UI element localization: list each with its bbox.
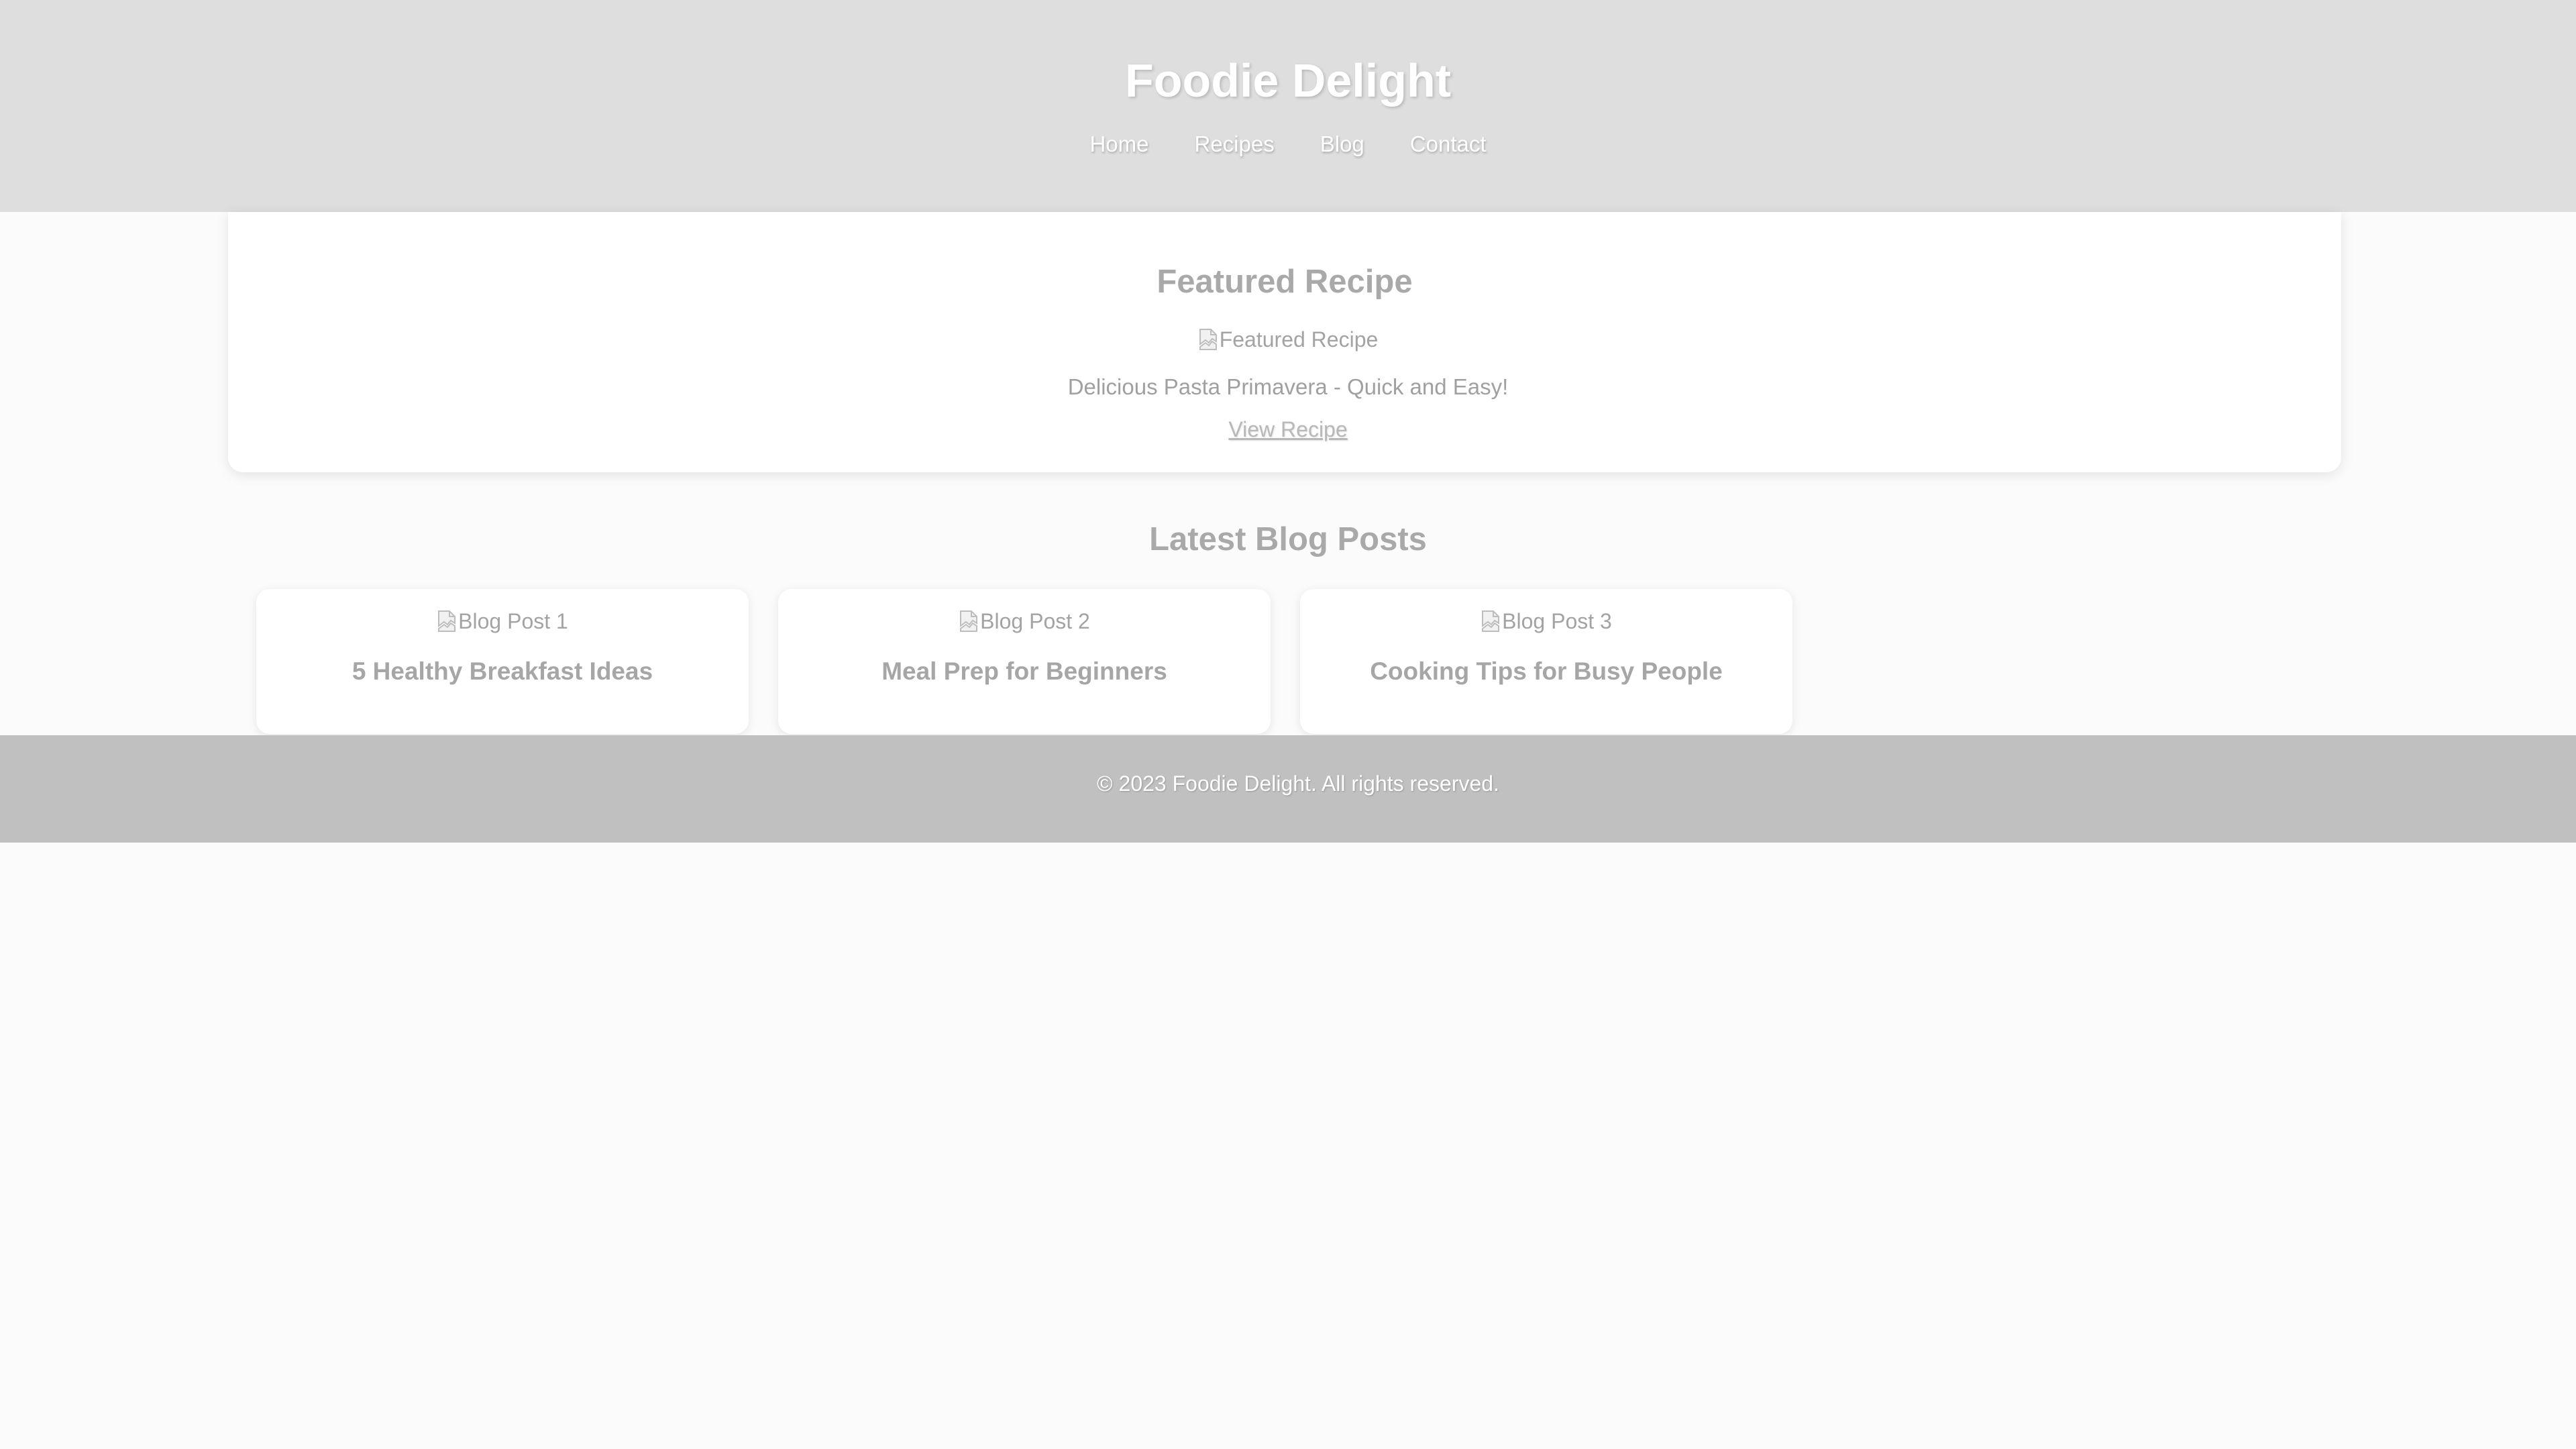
broken-image-icon bbox=[959, 610, 979, 633]
featured-recipe-image: Featured Recipe bbox=[0, 325, 2576, 354]
nav-link-home[interactable]: Home bbox=[1089, 127, 1148, 161]
main-nav: Home Recipes Blog Contact bbox=[0, 127, 2576, 161]
blog-post-image: Blog Post 1 bbox=[256, 606, 749, 636]
nav-link-contact[interactable]: Contact bbox=[1410, 127, 1487, 161]
nav-link-recipes[interactable]: Recipes bbox=[1195, 127, 1275, 161]
copyright-text: © 2023 Foodie Delight. All rights reserv… bbox=[1097, 771, 1499, 796]
view-recipe-link[interactable]: View Recipe bbox=[1228, 417, 1347, 441]
nav-link-blog[interactable]: Blog bbox=[1320, 127, 1364, 161]
broken-image-icon bbox=[1198, 328, 1218, 351]
blog-post-image: Blog Post 3 bbox=[1300, 606, 1792, 636]
blog-card[interactable]: Blog Post 3 Cooking Tips for Busy People bbox=[1300, 589, 1792, 734]
featured-link-wrap: View Recipe bbox=[0, 417, 2576, 442]
broken-image-icon bbox=[437, 610, 457, 633]
blog-post-title: Cooking Tips for Busy People bbox=[1370, 657, 1723, 685]
blog-image-alt: Blog Post 3 bbox=[1502, 609, 1612, 633]
featured-image-alt: Featured Recipe bbox=[1219, 327, 1379, 352]
blog-post-title: Meal Prep for Beginners bbox=[881, 657, 1167, 685]
blog-post-title: 5 Healthy Breakfast Ideas bbox=[352, 657, 653, 685]
site-footer: © 2023 Foodie Delight. All rights reserv… bbox=[0, 735, 2576, 843]
blog-card[interactable]: Blog Post 2 Meal Prep for Beginners bbox=[778, 589, 1271, 734]
site-title: Foodie Delight bbox=[1124, 54, 1452, 107]
site-header: Foodie Delight Home Recipes Blog Contact bbox=[0, 0, 2576, 212]
blog-card[interactable]: Blog Post 1 5 Healthy Breakfast Ideas bbox=[256, 589, 749, 734]
blog-image-alt: Blog Post 1 bbox=[458, 609, 568, 633]
blog-heading: Latest Blog Posts bbox=[1149, 521, 1427, 557]
blog-post-image: Blog Post 2 bbox=[778, 606, 1271, 636]
blog-grid: Blog Post 1 5 Healthy Breakfast Ideas Bl… bbox=[256, 589, 1792, 734]
broken-image-icon bbox=[1481, 610, 1501, 633]
featured-description: Delicious Pasta Primavera - Quick and Ea… bbox=[1067, 374, 1509, 399]
featured-heading: Featured Recipe bbox=[1157, 264, 1413, 300]
blog-image-alt: Blog Post 2 bbox=[980, 609, 1090, 633]
